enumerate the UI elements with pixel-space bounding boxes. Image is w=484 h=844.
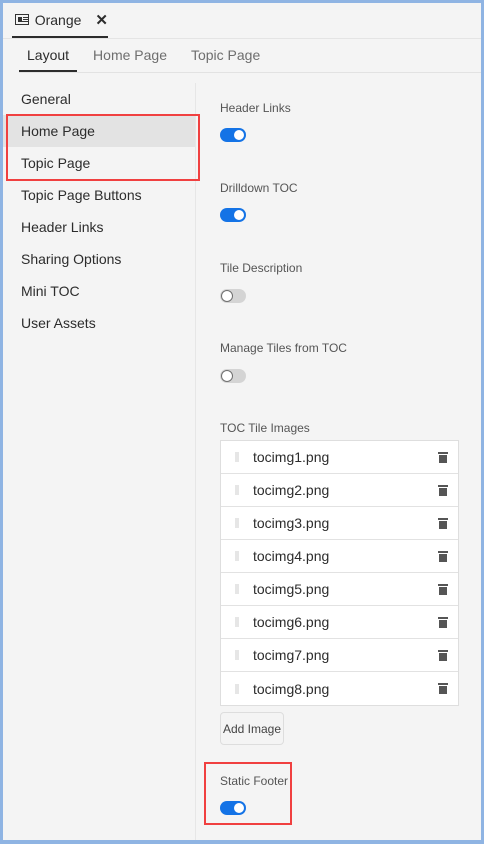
document-tab[interactable]: Orange ✕ (12, 3, 108, 38)
file-name: tocimg2.png (253, 482, 330, 498)
list-item[interactable]: tocimg1.png (221, 441, 458, 474)
file-name: tocimg5.png (253, 581, 330, 597)
sidebar-item-topic-page-buttons[interactable]: Topic Page Buttons (3, 179, 196, 211)
manage-tiles-label: Manage Tiles from TOC (220, 341, 347, 355)
trash-icon[interactable] (438, 649, 448, 661)
document-tab-title: Orange (34, 11, 82, 28)
tile-description-label: Tile Description (220, 261, 303, 275)
drag-handle-icon[interactable] (235, 650, 239, 660)
drag-handle-icon[interactable] (235, 584, 239, 594)
file-name: tocimg3.png (253, 515, 330, 531)
sidebar-item-mini-toc[interactable]: Mini TOC (3, 275, 196, 307)
trash-icon[interactable] (438, 517, 448, 529)
header-links-label: Header Links (220, 101, 291, 115)
divider (195, 83, 196, 840)
sidebar-item-user-assets[interactable]: User Assets (3, 307, 196, 339)
list-item[interactable]: tocimg5.png (221, 573, 458, 606)
list-item[interactable]: tocimg6.png (221, 606, 458, 639)
document-tab-bar: Orange ✕ (3, 3, 481, 39)
list-item[interactable]: tocimg7.png (221, 639, 458, 672)
drag-handle-icon[interactable] (235, 617, 239, 627)
drag-handle-icon[interactable] (235, 683, 239, 694)
add-image-button[interactable]: Add Image (220, 712, 284, 745)
editor-panel: Orange ✕ Layout Home Page Topic Page Gen… (3, 3, 481, 840)
close-icon[interactable]: ✕ (95, 11, 108, 29)
highlight-box (204, 762, 292, 825)
drag-handle-icon[interactable] (235, 485, 239, 495)
list-item[interactable]: tocimg8.png (221, 672, 458, 705)
sidebar-item-header-links[interactable]: Header Links (3, 211, 196, 243)
trash-icon[interactable] (438, 451, 448, 463)
trash-icon[interactable] (438, 682, 448, 694)
drilldown-toc-label: Drilldown TOC (220, 181, 298, 195)
sidebar-item-general[interactable]: General (3, 83, 196, 115)
trash-icon[interactable] (438, 616, 448, 628)
file-name: tocimg8.png (253, 680, 330, 697)
document-icon (15, 14, 29, 25)
drag-handle-icon[interactable] (235, 551, 239, 561)
highlight-box (6, 114, 200, 181)
tile-description-toggle[interactable] (220, 289, 246, 303)
drag-handle-icon[interactable] (235, 518, 239, 528)
drag-handle-icon[interactable] (235, 452, 239, 462)
manage-tiles-toggle[interactable] (220, 369, 246, 383)
trash-icon[interactable] (438, 583, 448, 595)
trash-icon[interactable] (438, 550, 448, 562)
tab-topic-page[interactable]: Topic Page (183, 39, 268, 72)
file-name: tocimg6.png (253, 614, 330, 630)
toc-image-list: tocimg1.png tocimg2.png tocimg3.png tocimg4… (220, 440, 459, 706)
file-name: tocimg4.png (253, 548, 330, 564)
sidebar-item-sharing-options[interactable]: Sharing Options (3, 243, 196, 275)
trash-icon[interactable] (438, 484, 448, 496)
list-item[interactable]: tocimg3.png (221, 507, 458, 540)
tab-layout[interactable]: Layout (19, 39, 78, 72)
toc-tile-images-label: TOC Tile Images (220, 421, 310, 435)
file-name: tocimg7.png (253, 647, 330, 663)
list-item[interactable]: tocimg4.png (221, 540, 458, 573)
file-name: tocimg1.png (253, 449, 330, 465)
list-item[interactable]: tocimg2.png (221, 474, 458, 507)
subtab-bar: Layout Home Page Topic Page (19, 39, 481, 73)
header-links-toggle[interactable] (220, 128, 246, 142)
tab-home-page[interactable]: Home Page (85, 39, 175, 72)
drilldown-toc-toggle[interactable] (220, 208, 246, 222)
